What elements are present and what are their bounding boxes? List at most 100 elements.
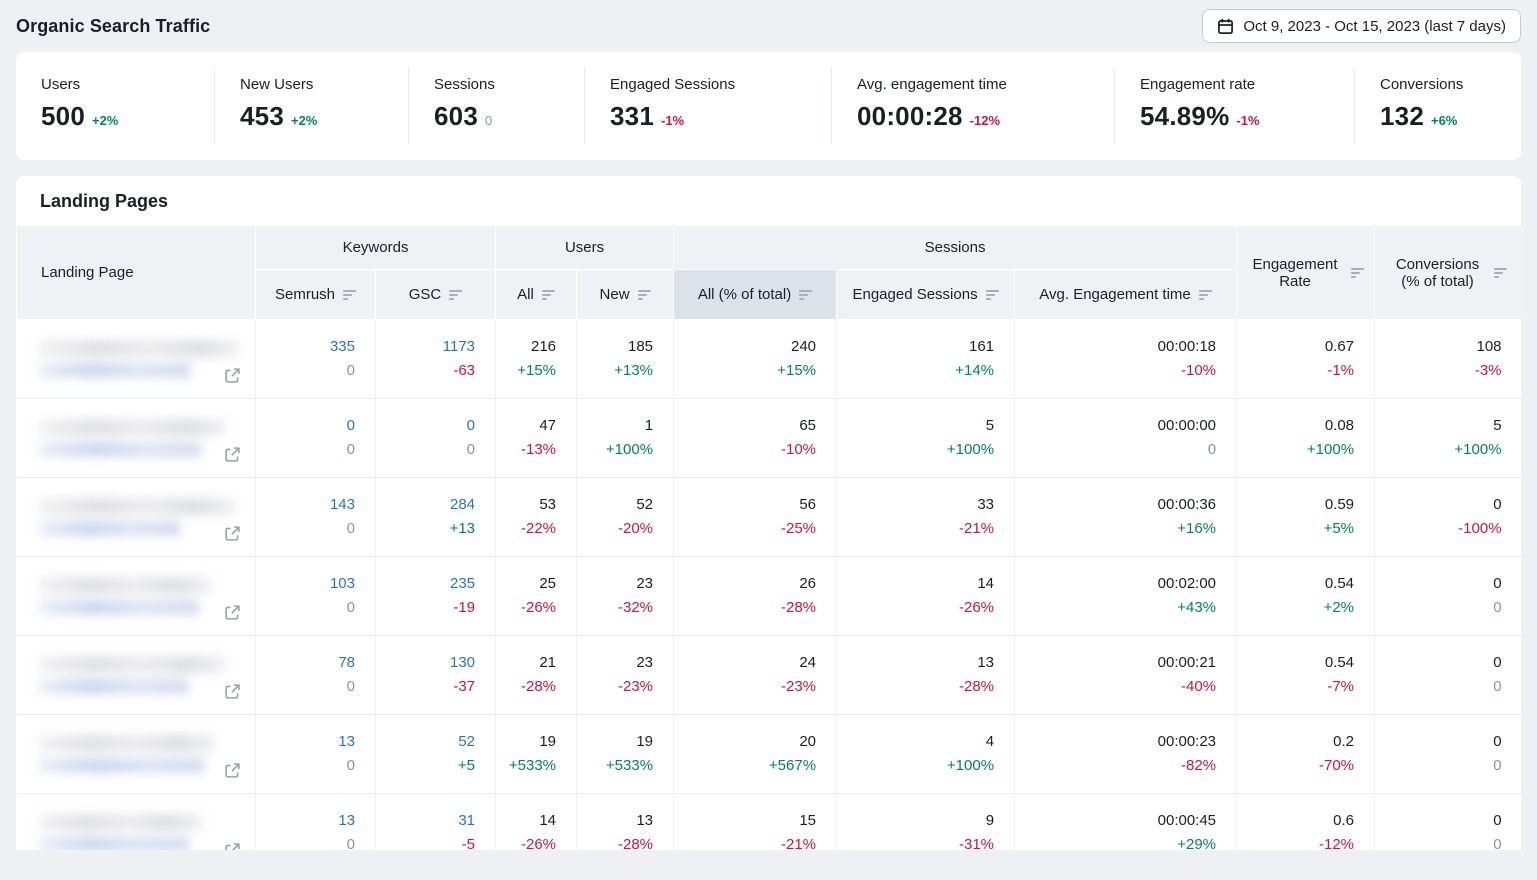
column-header-users-all[interactable]: All [496,270,577,320]
metric-value-link[interactable]: 143 [256,493,355,517]
metric-cell: 00:00:000 [1015,399,1237,478]
metric-delta: 0 [1375,675,1502,699]
column-header-avg-engagement-time[interactable]: Avg. Engagement time [1015,270,1237,320]
metric-cell: 00:00:18-10% [1015,320,1237,399]
column-label: New [600,286,630,303]
metric-value-link[interactable]: 130 [376,651,475,675]
metric-value: 00:00:18 [1015,335,1216,359]
metric-value: 0.54 [1237,651,1354,675]
column-label: GSC [409,286,442,303]
metric-value-link[interactable]: 78 [256,651,355,675]
metric-delta: -22% [496,517,556,541]
metric-delta: -21% [837,517,994,541]
stat-delta: -1% [661,113,684,128]
metric-delta: 0 [256,438,355,462]
column-header-conversions[interactable]: Conversions (% of total) [1375,226,1521,320]
metric-cell: 00 [376,399,496,478]
metric-delta: +16% [1015,517,1216,541]
metric-value-link[interactable]: 335 [256,335,355,359]
sort-icon [1494,268,1507,278]
column-header-engagement-rate[interactable]: Engagement Rate [1237,226,1375,320]
metric-cell: 00 [1375,557,1521,636]
metric-value-link[interactable]: 284 [376,493,475,517]
metric-cell: 00 [1375,715,1521,794]
metric-value: 0.2 [1237,730,1354,754]
metric-cell: 185+13% [577,320,674,399]
stat-value: 00:00:28 [857,101,963,132]
group-header-sessions: Sessions [674,226,1237,270]
metric-value: 0.6 [1237,809,1354,833]
metric-value: 23 [577,651,653,675]
metric-cell: 235-19 [376,557,496,636]
metric-cell: 1030 [256,557,376,636]
landing-page-redacted-text [39,735,244,773]
column-header-engaged-sessions[interactable]: Engaged Sessions [837,270,1015,320]
metric-value: 9 [837,809,994,833]
metric-value: 14 [837,572,994,596]
metric-delta: 0 [256,754,355,778]
metric-delta: +100% [837,754,994,778]
metric-cell: 19+533% [577,715,674,794]
sort-icon [638,290,651,300]
metric-value: 00:00:36 [1015,493,1216,517]
metric-cell: 130-37 [376,636,496,715]
metric-value-link[interactable]: 0 [376,414,475,438]
metric-value-link[interactable]: 1173 [376,335,475,359]
metric-cell: 14-26% [496,794,577,851]
metric-value: 216 [496,335,556,359]
metric-cell: 5+100% [837,399,1015,478]
metric-value-link[interactable]: 103 [256,572,355,596]
external-link-icon[interactable] [224,842,241,851]
external-link-icon[interactable] [224,446,241,463]
landing-page-redacted-text [39,577,244,615]
table-row: 000047-13%1+100%65-10%5+100%00:00:0000.0… [17,399,1522,478]
table-title: Landing Pages [16,176,1521,225]
metric-value: 13 [577,809,653,833]
metric-cell: 20+567% [674,715,837,794]
metric-cell: 780 [256,636,376,715]
metric-value-link[interactable]: 31 [376,809,475,833]
metric-value-link[interactable]: 52 [376,730,475,754]
external-link-icon[interactable] [224,367,241,384]
metric-value-link[interactable]: 0 [256,414,355,438]
metric-cell: 5+100% [1375,399,1521,478]
metric-value: 19 [577,730,653,754]
metric-value: 0 [1375,809,1502,833]
column-header-gsc[interactable]: GSC [376,270,496,320]
metric-cell: 0.59+5% [1237,478,1375,557]
metric-cell: 1173-63 [376,320,496,399]
date-range-button[interactable]: Oct 9, 2023 - Oct 15, 2023 (last 7 days) [1202,9,1521,43]
external-link-icon[interactable] [224,683,241,700]
metric-cell: 53-22% [496,478,577,557]
metric-cell: 0.08+100% [1237,399,1375,478]
metric-cell: 23-32% [577,557,674,636]
metric-value: 240 [674,335,816,359]
metric-delta: +14% [837,359,994,383]
metric-value: 185 [577,335,653,359]
stat-delta: +2% [92,113,118,128]
stat-delta: 0 [485,113,492,128]
column-header-users-new[interactable]: New [577,270,674,320]
stat-label: Avg. engagement time [857,76,1104,93]
external-link-icon[interactable] [224,762,241,779]
column-header-landing-page[interactable]: Landing Page [17,226,256,320]
stat-delta: -12% [970,113,1000,128]
metric-value-link[interactable]: 13 [256,809,355,833]
metric-delta: +13 [376,517,475,541]
metric-delta: -28% [577,833,653,850]
metric-value-link[interactable]: 13 [256,730,355,754]
metric-cell: 0.54+2% [1237,557,1375,636]
metric-value: 52 [577,493,653,517]
metric-delta: +15% [496,359,556,383]
metric-value: 0.67 [1237,335,1354,359]
metric-cell: 52+5 [376,715,496,794]
metric-cell: 52-20% [577,478,674,557]
column-header-sessions-all-pct[interactable]: All (% of total) [674,270,837,320]
metric-value: 5 [837,414,994,438]
metric-cell: 21-28% [496,636,577,715]
external-link-icon[interactable] [224,604,241,621]
page-title: Organic Search Traffic [16,16,210,37]
external-link-icon[interactable] [224,525,241,542]
column-header-semrush[interactable]: Semrush [256,270,376,320]
metric-value-link[interactable]: 235 [376,572,475,596]
